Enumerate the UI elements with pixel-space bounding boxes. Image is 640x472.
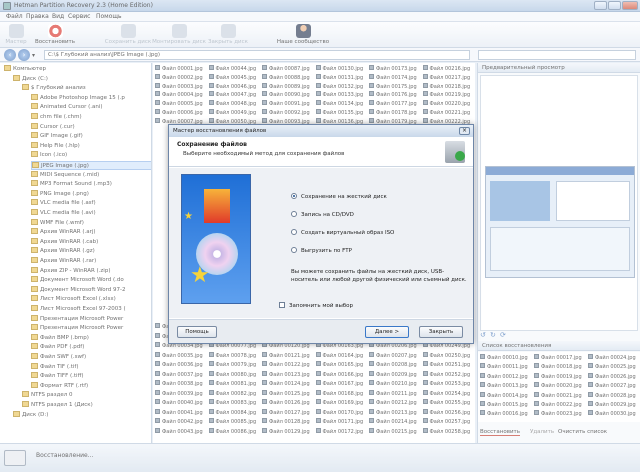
dialog-header: Сохранение файлов Выберите необходимый м… (169, 137, 473, 167)
recovery-illustration: ★ ★ (181, 174, 251, 304)
option-create-iso[interactable]: Создать виртуальный образ ISO (291, 229, 394, 237)
checkbox-box[interactable] (279, 302, 285, 308)
dialog-subheading: Выберите необходимый метод для сохранени… (183, 151, 345, 157)
radio-save-to-disk[interactable] (291, 193, 297, 199)
dialog-close-icon[interactable]: × (459, 127, 470, 135)
radio-upload-ftp[interactable] (291, 247, 297, 253)
next-button[interactable]: Далее > (365, 326, 409, 338)
close-dialog-button[interactable]: Закрыть (419, 326, 463, 338)
option-save-to-disk[interactable]: Сохранение на жесткий диск (291, 193, 387, 201)
dialog-title: Мастер восстановления файлов (169, 125, 473, 137)
dialog-footer: Помощь Далее > Закрыть (169, 319, 473, 343)
help-button[interactable]: Помощь (177, 326, 217, 338)
remember-choice-checkbox[interactable]: Запомнить мой выбор (279, 302, 353, 310)
option-upload-ftp[interactable]: Выгрузить по FTP (291, 247, 352, 255)
dialog-note: Вы можете сохранить файлы на жесткий дис… (291, 269, 467, 283)
radio-create-iso[interactable] (291, 229, 297, 235)
radio-burn-cd[interactable] (291, 211, 297, 217)
disk-save-icon (445, 141, 465, 163)
option-burn-cd[interactable]: Запись на CD/DVD (291, 211, 354, 219)
dialog-heading: Сохранение файлов (177, 141, 247, 148)
dialog-body: ★ ★ Сохранение на жесткий диск Запись на… (169, 168, 473, 318)
recovery-wizard-dialog: Мастер восстановления файлов × Сохранени… (168, 124, 474, 344)
